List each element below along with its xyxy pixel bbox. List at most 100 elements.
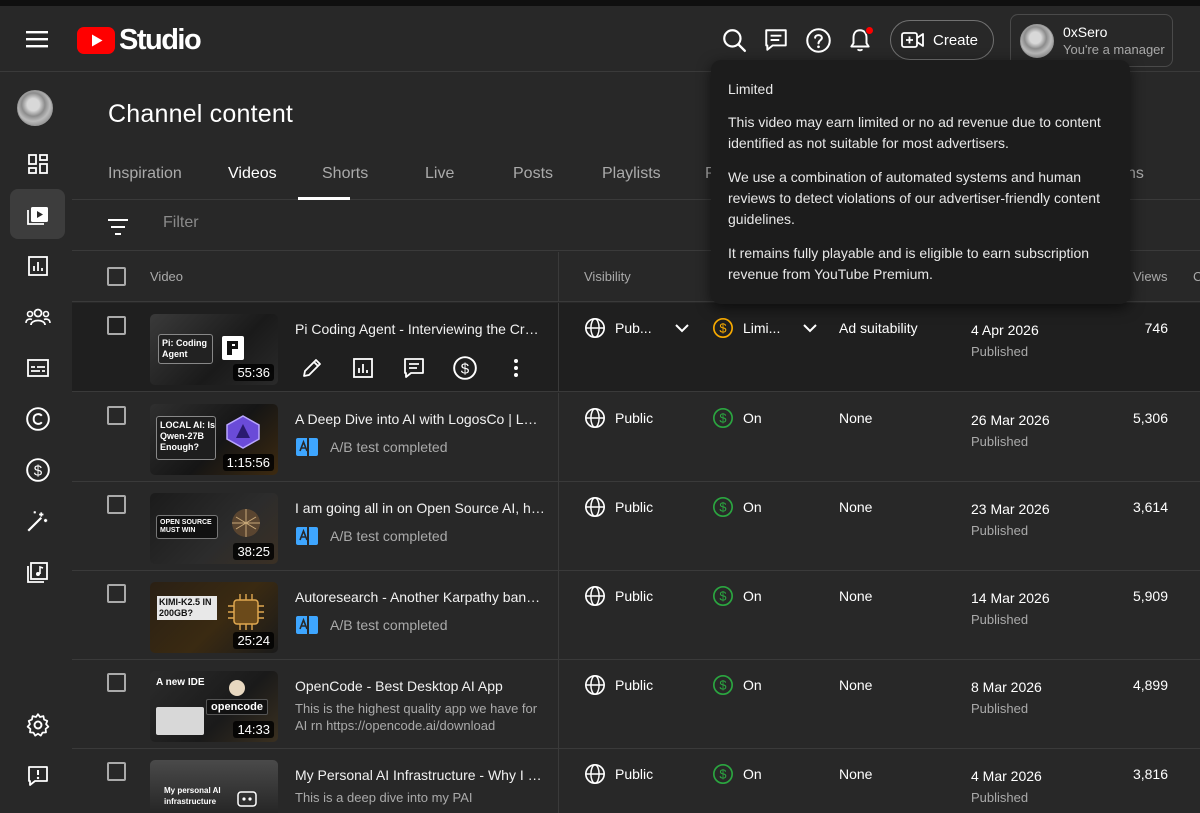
notification-badge xyxy=(865,26,874,35)
table-row[interactable]: KIMI-K2.5 IN 200GB? 25:24 Autoresearch -… xyxy=(72,571,1200,660)
search-icon[interactable] xyxy=(719,25,749,55)
monetization-label: On xyxy=(743,410,762,426)
tab-shorts[interactable]: Shorts xyxy=(322,165,368,183)
visibility-value[interactable]: Public xyxy=(584,496,653,518)
more-options-icon[interactable] xyxy=(499,351,533,385)
monetization-value[interactable]: $ On xyxy=(712,585,762,607)
sidebar-item-earn[interactable]: $ xyxy=(10,445,65,495)
views-count: 3,614 xyxy=(1132,499,1168,515)
menu-icon[interactable] xyxy=(22,26,52,52)
monetization-dropdown[interactable]: $ Limi... xyxy=(712,317,818,339)
publish-date: 4 Mar 2026 xyxy=(971,768,1042,784)
video-title[interactable]: A Deep Dive into AI with LogosCo | Logos… xyxy=(295,411,545,427)
monetization-dollar-icon[interactable]: $ xyxy=(448,351,482,385)
video-thumbnail[interactable]: Pi: Coding Agent 55:36 xyxy=(150,314,278,385)
visibility-value[interactable]: Public xyxy=(584,585,653,607)
edit-pencil-icon[interactable] xyxy=(295,351,329,385)
video-thumbnail[interactable]: OPEN SOURCE MUST WIN 38:25 xyxy=(150,493,278,564)
video-thumbnail[interactable]: LOCAL AI: Is Qwen-27B Enough? 1:15:56 xyxy=(150,404,278,475)
tab-live[interactable]: Live xyxy=(425,165,454,183)
monetization-value[interactable]: $ On xyxy=(712,674,762,696)
send-feedback-icon xyxy=(27,766,48,786)
robot-icon xyxy=(237,791,257,807)
sidebar-item-settings[interactable] xyxy=(10,700,65,750)
row-checkbox[interactable] xyxy=(107,673,126,692)
svg-text:$: $ xyxy=(719,411,726,426)
visibility-value[interactable]: Public xyxy=(584,407,653,429)
row-checkbox[interactable] xyxy=(107,762,126,781)
create-button[interactable]: Create xyxy=(890,20,994,60)
monetization-label: On xyxy=(743,677,762,693)
monetization-value[interactable]: $ On xyxy=(712,496,762,518)
table-row[interactable]: LOCAL AI: Is Qwen-27B Enough? 1:15:56 A … xyxy=(72,393,1200,482)
column-header-views[interactable]: Views xyxy=(1133,269,1167,284)
sidebar-item-content[interactable] xyxy=(10,189,65,239)
row-checkbox[interactable] xyxy=(107,316,126,335)
table-row[interactable]: A new IDE opencode 14:33 OpenCode - Best… xyxy=(72,660,1200,749)
column-divider xyxy=(558,660,559,749)
visibility-value[interactable]: Public xyxy=(584,763,653,785)
monetization-value: Limi... xyxy=(743,320,781,336)
monetization-value[interactable]: $ On xyxy=(712,407,762,429)
video-title[interactable]: Autoresearch - Another Karpathy banger xyxy=(295,589,545,605)
video-title[interactable]: Pi Coding Agent - Interviewing the Creat… xyxy=(295,321,545,337)
column-header-visibility[interactable]: Visibility xyxy=(584,269,631,284)
monetization-value[interactable]: $ On xyxy=(712,763,762,785)
tab-videos[interactable]: Videos xyxy=(228,165,277,183)
tab-posts[interactable]: Posts xyxy=(513,165,553,183)
tab-playlists[interactable]: Playlists xyxy=(602,165,661,183)
date-cell: 4 Mar 2026 Published xyxy=(971,766,1042,808)
tab-inspiration[interactable]: Inspiration xyxy=(108,165,182,183)
comments-icon[interactable] xyxy=(397,351,431,385)
visibility-dropdown[interactable]: Pub... xyxy=(584,317,689,339)
monetization-label: On xyxy=(743,499,762,515)
column-header-comments-cut[interactable]: C xyxy=(1193,269,1200,284)
filter-icon[interactable] xyxy=(106,215,130,239)
row-checkbox[interactable] xyxy=(107,406,126,425)
video-title[interactable]: My Personal AI Infrastructure - Why I ch… xyxy=(295,767,545,783)
sidebar-item-community[interactable] xyxy=(10,292,65,342)
monetized-dollar-icon: $ xyxy=(713,586,733,606)
date-cell: 14 Mar 2026 Published xyxy=(971,588,1050,630)
table-row[interactable]: OPEN SOURCE MUST WIN 38:25 I am going al… xyxy=(72,482,1200,571)
table-row[interactable]: My personal AI infrastructure My Persona… xyxy=(72,749,1200,813)
monetization-label: On xyxy=(743,766,762,782)
filter-input[interactable] xyxy=(163,214,563,232)
sidebar-item-customization[interactable] xyxy=(10,496,65,546)
help-icon[interactable] xyxy=(803,25,833,55)
sidebar-item-feedback[interactable] xyxy=(10,751,65,801)
sidebar-item-audio-library[interactable] xyxy=(10,547,65,597)
analytics-icon[interactable] xyxy=(346,351,380,385)
page-title: Channel content xyxy=(108,100,294,128)
video-title[interactable]: I am going all in on Open Source AI, her… xyxy=(295,500,545,516)
feedback-comment-icon[interactable] xyxy=(761,25,791,55)
sidebar-item-dashboard[interactable] xyxy=(10,139,65,189)
sidebar-item-copyright[interactable] xyxy=(10,394,65,444)
restrictions-value[interactable]: Ad suitability xyxy=(839,320,918,336)
earn-dollar-icon: $ xyxy=(25,458,50,482)
row-checkbox[interactable] xyxy=(107,584,126,603)
sidebar-item-analytics[interactable] xyxy=(10,241,65,291)
row-checkbox[interactable] xyxy=(107,495,126,514)
youtube-play-icon xyxy=(77,26,115,54)
publish-status: Published xyxy=(971,790,1029,805)
cat-mascot-icon xyxy=(229,680,245,696)
video-thumbnail[interactable]: My personal AI infrastructure xyxy=(150,760,278,813)
video-thumbnail[interactable]: KIMI-K2.5 IN 200GB? 25:24 xyxy=(150,582,278,653)
analytics-icon xyxy=(27,256,48,276)
video-thumbnail[interactable]: A new IDE opencode 14:33 xyxy=(150,671,278,742)
account-role: You're a manager xyxy=(1063,41,1165,57)
restrictions-value: None xyxy=(839,766,873,782)
visibility-value[interactable]: Public xyxy=(584,674,653,696)
column-divider xyxy=(558,571,559,660)
table-row[interactable]: Pi: Coding Agent 55:36 Pi Coding Agent -… xyxy=(72,303,1200,392)
video-title[interactable]: OpenCode - Best Desktop AI App xyxy=(295,678,545,694)
publish-status: Published xyxy=(971,612,1029,627)
sidebar-item-subtitles[interactable] xyxy=(10,343,65,393)
notifications-bell-icon[interactable] xyxy=(845,25,875,55)
studio-logo[interactable]: Studio xyxy=(77,23,202,57)
monetization-limited-tooltip: Limited This video may earn limited or n… xyxy=(711,60,1130,304)
select-all-checkbox[interactable] xyxy=(107,267,126,286)
globe-icon xyxy=(585,318,605,338)
channel-avatar[interactable] xyxy=(17,90,53,126)
